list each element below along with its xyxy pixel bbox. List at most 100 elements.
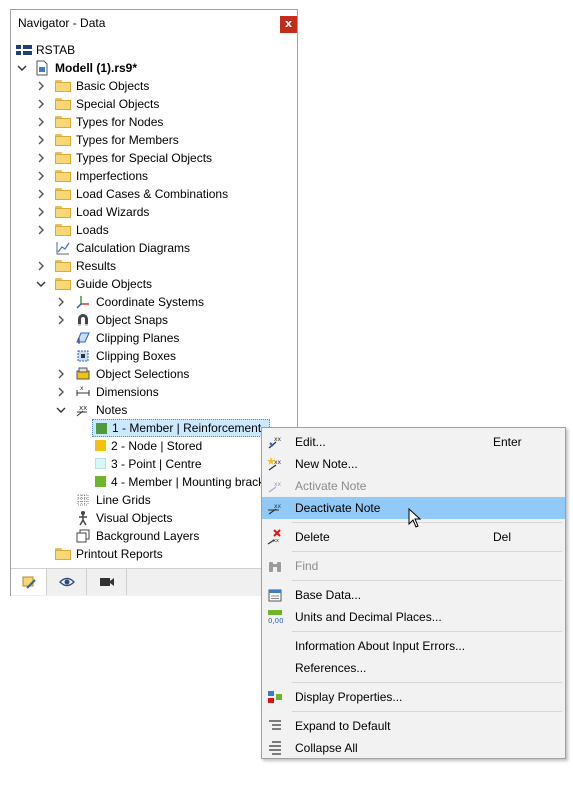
tree-item-basic-objects[interactable]: Basic Objects (11, 77, 297, 95)
tree-item-clipping-boxes[interactable]: Clipping Boxes (11, 347, 297, 365)
menu-label: Expand to Default (295, 719, 391, 733)
chevron-down-icon[interactable] (56, 405, 66, 415)
tree-item-label: Line Grids (96, 493, 151, 507)
tree-item-calculation-diagrams[interactable]: Calculation Diagrams (11, 239, 297, 257)
tree-item-object-selections[interactable]: Object Selections (11, 365, 297, 383)
tree-item-label: Load Wizards (76, 205, 150, 219)
tree-item-notes[interactable]: xx Notes (11, 401, 297, 419)
folder-icon (55, 170, 71, 182)
units-icon-text: 0,00 (268, 617, 283, 625)
clipping-plane-icon (76, 332, 90, 344)
menu-label: Edit... (295, 435, 326, 449)
menu-item-info-input-errors[interactable]: Information About Input Errors... (262, 635, 565, 657)
menu-item-expand-default[interactable]: Expand to Default (262, 715, 565, 737)
tree-item-types-for-nodes[interactable]: Types for Nodes (11, 113, 297, 131)
menu-separator (292, 682, 562, 683)
context-menu: xx Edit... Enter xx New Note... xx Activ… (261, 427, 566, 759)
tree-item-dimensions[interactable]: x Dimensions (11, 383, 297, 401)
chevron-right-icon[interactable] (56, 297, 66, 307)
menu-item-delete[interactable]: xx Delete Del (262, 526, 565, 548)
chevron-right-icon[interactable] (56, 315, 66, 325)
chevron-down-icon[interactable] (17, 63, 27, 73)
chevron-right-icon[interactable] (36, 189, 46, 199)
menu-item-new-note[interactable]: xx New Note... (262, 453, 565, 475)
chevron-right-icon[interactable] (36, 117, 46, 127)
tree-item-label: Object Selections (96, 367, 190, 381)
chevron-right-icon[interactable] (36, 225, 46, 235)
tree-item-types-for-members[interactable]: Types for Members (11, 131, 297, 149)
tab-views[interactable] (87, 569, 127, 595)
tree-item-background-layers[interactable]: Background Layers (11, 527, 297, 545)
folder-icon (55, 224, 71, 236)
tree-item-label: Background Layers (96, 529, 200, 543)
menu-label: Deactivate Note (295, 501, 381, 515)
menu-item-find[interactable]: Find (262, 555, 565, 577)
menu-item-collapse-all[interactable]: Collapse All (262, 737, 565, 759)
chevron-down-icon[interactable] (36, 279, 46, 289)
tree-item-results[interactable]: Results (11, 257, 297, 275)
note-item-1[interactable]: 1 - Member | Reinforcement (92, 419, 270, 437)
chevron-right-icon[interactable] (36, 171, 46, 181)
tree-item-label: Results (76, 259, 117, 273)
chevron-right-icon[interactable] (36, 153, 46, 163)
navigator-tabs (11, 568, 297, 596)
tree-item-special-objects[interactable]: Special Objects (11, 95, 297, 113)
close-button[interactable]: x (280, 16, 297, 33)
menu-separator (292, 631, 562, 632)
menu-shortcut: Enter (493, 435, 522, 449)
tree-item-label: Load Cases & Combinations (76, 187, 229, 201)
tree-item-visual-objects[interactable]: Visual Objects (11, 509, 297, 527)
menu-label: Base Data... (295, 588, 362, 602)
tree-item-clipping-planes[interactable]: Clipping Planes (11, 329, 297, 347)
chevron-right-icon[interactable] (36, 135, 46, 145)
tree-root[interactable]: RSTAB (11, 41, 297, 59)
tab-display[interactable] (47, 569, 87, 595)
folder-open-icon (55, 278, 71, 290)
menu-separator (292, 522, 562, 523)
model-label: Modell (1).rs9* (55, 61, 138, 75)
chevron-right-icon[interactable] (36, 261, 46, 271)
tree-item-label: Coordinate Systems (96, 295, 205, 309)
menu-label: References... (295, 661, 367, 675)
tree-item-loads[interactable]: Loads (11, 221, 297, 239)
svg-text:xx: xx (273, 538, 279, 544)
tab-data[interactable] (11, 569, 47, 595)
tree-item-load-wizards[interactable]: Load Wizards (11, 203, 297, 221)
menu-item-references[interactable]: References... (262, 657, 565, 679)
menu-label: Find (295, 559, 319, 573)
tree-item-printout-reports[interactable]: Printout Reports (11, 545, 297, 563)
menu-item-base-data[interactable]: Base Data... (262, 584, 565, 606)
chevron-right-icon[interactable] (56, 387, 66, 397)
folder-icon (55, 260, 71, 272)
menu-label: New Note... (295, 457, 358, 471)
note-color-swatch (96, 423, 107, 434)
menu-item-units[interactable]: 0,00 Units and Decimal Places... (262, 606, 565, 628)
deactivate-note-icon: xx (268, 503, 282, 515)
menu-item-activate-note[interactable]: xx Activate Note (262, 475, 565, 497)
panel-title: Navigator - Data (18, 16, 106, 30)
tree-item-load-cases[interactable]: Load Cases & Combinations (11, 185, 297, 203)
video-camera-icon (100, 578, 114, 586)
tree-item-label: Printout Reports (76, 547, 163, 561)
tree-item-guide-objects[interactable]: Guide Objects (11, 275, 297, 293)
tree-item-object-snaps[interactable]: Object Snaps (11, 311, 297, 329)
chevron-right-icon[interactable] (56, 369, 66, 379)
root-label: RSTAB (36, 43, 76, 57)
base-data-icon (268, 589, 282, 602)
coordinate-system-icon (76, 296, 89, 309)
tree-item-coordinate-systems[interactable]: Coordinate Systems (11, 293, 297, 311)
tree-item-label: Loads (76, 223, 109, 237)
tree-item-types-for-special-objects[interactable]: Types for Special Objects (11, 149, 297, 167)
units-icon: 0,00 (268, 610, 283, 625)
chevron-right-icon[interactable] (36, 81, 46, 91)
chevron-right-icon[interactable] (36, 207, 46, 217)
note-icon: xx (76, 404, 87, 417)
chevron-right-icon[interactable] (36, 99, 46, 109)
tree-item-imperfections[interactable]: Imperfections (11, 167, 297, 185)
menu-item-edit[interactable]: xx Edit... Enter (262, 431, 565, 453)
folder-icon (55, 80, 71, 92)
tree-model[interactable]: Modell (1).rs9* (11, 59, 297, 77)
menu-label: Activate Note (295, 479, 367, 493)
menu-item-display-properties[interactable]: Display Properties... (262, 686, 565, 708)
tree-item-line-grids[interactable]: Line Grids (11, 491, 297, 509)
